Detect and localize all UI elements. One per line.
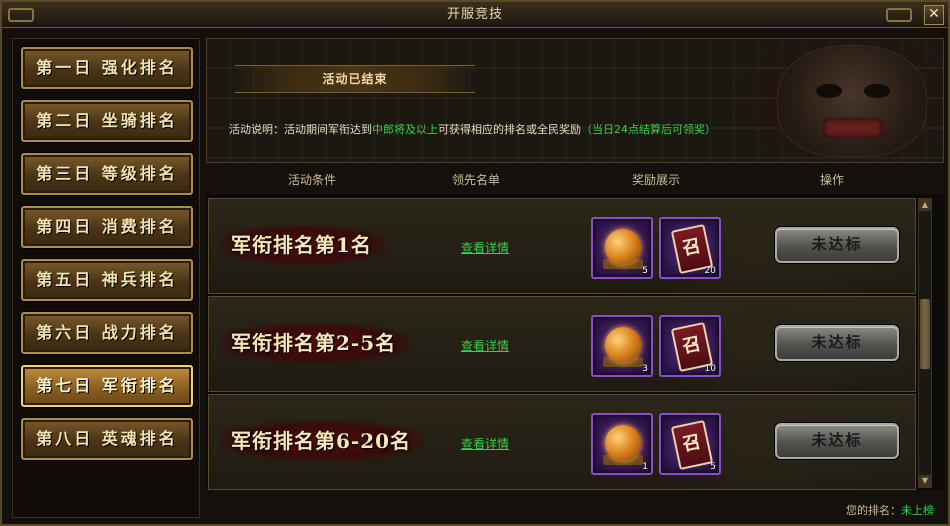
- ornament-icon: [886, 8, 912, 22]
- scroll-down-icon[interactable]: ▼: [919, 475, 931, 487]
- event-window: 开服竞技 ✕ 第一日 强化排名 第二日 坐骑排名 第三日 等级排名 第四日 消费…: [0, 0, 950, 526]
- orb-icon: [605, 425, 641, 461]
- tab-day-3[interactable]: 第三日 等级排名: [21, 153, 193, 195]
- list-scrollbar[interactable]: ▲ ▼: [918, 198, 932, 488]
- item-quantity: 1: [642, 462, 648, 472]
- column-headers: 活动条件 领先名单 奖励展示 操作: [206, 168, 944, 190]
- tab-day-8[interactable]: 第八日 英魂排名: [21, 418, 193, 460]
- claim-status-button[interactable]: 未达标: [775, 227, 899, 263]
- view-details-link[interactable]: 查看详情: [461, 337, 509, 354]
- item-quantity: 5: [710, 462, 716, 472]
- window-title: 开服竞技: [446, 7, 503, 22]
- close-button[interactable]: ✕: [924, 5, 944, 25]
- demon-mask-icon: [777, 45, 927, 157]
- token-icon: 召: [670, 419, 714, 471]
- reward-item-orb[interactable]: 3: [591, 315, 653, 377]
- item-quantity: 5: [642, 266, 648, 276]
- reward-item-token[interactable]: 召 5: [659, 413, 721, 475]
- my-rank-value: 未上榜: [901, 504, 934, 517]
- tab-day-1[interactable]: 第一日 强化排名: [21, 47, 193, 89]
- ornament-icon: [8, 8, 34, 22]
- orb-icon: [605, 327, 641, 363]
- my-rank: 您的排名：未上榜: [846, 502, 934, 518]
- orb-icon: [605, 229, 641, 265]
- reward-row: 军衔排名第6-20名 查看详情 1 召 5 未达标: [208, 394, 916, 490]
- scroll-thumb[interactable]: [920, 299, 930, 369]
- column-condition: 活动条件: [288, 173, 337, 187]
- view-details-link[interactable]: 查看详情: [461, 239, 509, 256]
- item-quantity: 20: [704, 266, 716, 276]
- day-tab-sidebar: 第一日 强化排名 第二日 坐骑排名 第三日 等级排名 第四日 消费排名 第五日 …: [12, 38, 200, 518]
- reward-item-orb[interactable]: 5: [591, 217, 653, 279]
- reward-list: 军衔排名第1名 查看详情 5 召 20 未达标 军衔排名第2-5名 查看详情 3…: [206, 194, 944, 490]
- column-leaders: 领先名单: [452, 173, 501, 187]
- claim-status-button[interactable]: 未达标: [775, 325, 899, 361]
- event-status: 活动已结束: [235, 65, 475, 93]
- reward-row: 军衔排名第2-5名 查看详情 3 召 10 未达标: [208, 296, 916, 392]
- rank-condition: 军衔排名第6-20名: [221, 421, 426, 461]
- scroll-up-icon[interactable]: ▲: [919, 199, 931, 211]
- rank-condition: 军衔排名第1名: [221, 225, 386, 265]
- event-banner: 活动已结束 活动说明：活动期间军衔达到中郎将及以上可获得相应的排名或全民奖励（当…: [206, 38, 944, 163]
- tab-day-6[interactable]: 第六日 战力排名: [21, 312, 193, 354]
- item-quantity: 3: [642, 364, 648, 374]
- claim-status-button[interactable]: 未达标: [775, 423, 899, 459]
- reward-item-orb[interactable]: 1: [591, 413, 653, 475]
- tab-day-4[interactable]: 第四日 消费排名: [21, 206, 193, 248]
- view-details-link[interactable]: 查看详情: [461, 435, 509, 452]
- my-rank-label: 您的排名：: [846, 504, 901, 517]
- event-description: 活动说明：活动期间军衔达到中郎将及以上可获得相应的排名或全民奖励（当日24点结算…: [229, 123, 716, 136]
- reward-row: 军衔排名第1名 查看详情 5 召 20 未达标: [208, 198, 916, 294]
- item-quantity: 10: [704, 364, 716, 374]
- column-action: 操作: [820, 173, 845, 187]
- reward-item-token[interactable]: 召 10: [659, 315, 721, 377]
- tab-day-2[interactable]: 第二日 坐骑排名: [21, 100, 193, 142]
- reward-item-token[interactable]: 召 20: [659, 217, 721, 279]
- tab-day-7[interactable]: 第七日 军衔排名: [21, 365, 193, 407]
- title-bar[interactable]: 开服竞技 ✕: [2, 2, 948, 28]
- rank-condition: 军衔排名第2-5名: [221, 323, 411, 363]
- column-rewards: 奖励展示: [632, 173, 681, 187]
- tab-day-5[interactable]: 第五日 神兵排名: [21, 259, 193, 301]
